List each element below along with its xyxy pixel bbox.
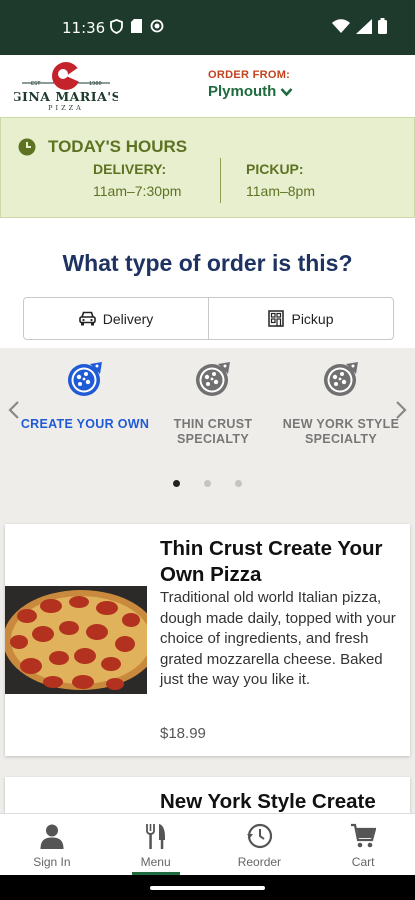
battery-icon	[378, 18, 387, 34]
delivery-hours-value: 11am–7:30pm	[93, 183, 182, 199]
logo-text: GINA MARIA'S	[14, 89, 118, 104]
logo-subtext: PIZZA	[48, 104, 84, 112]
category-label: CREATE YOUR OWN	[20, 417, 150, 431]
pickup-button[interactable]: Pickup	[208, 298, 393, 339]
status-time: 11:36	[62, 19, 106, 37]
delivery-hours-label: DELIVERY:	[93, 161, 167, 177]
wifi-icon	[332, 18, 350, 33]
product-price: $18.99	[160, 725, 206, 742]
car-icon	[78, 311, 96, 326]
category-create-your-own[interactable]: CREATE YOUR OWN	[20, 360, 150, 432]
fork-knife-icon	[145, 824, 165, 849]
tab-reorder[interactable]: Reorder	[208, 814, 312, 875]
product-card[interactable]: New York Style Create	[5, 777, 410, 813]
pizza-icon	[324, 362, 358, 396]
svg-text:1980: 1980	[89, 81, 102, 87]
pager-dot[interactable]	[204, 480, 211, 487]
delivery-button[interactable]: Delivery	[24, 298, 208, 339]
pizza-photo	[5, 586, 147, 694]
pickup-hours-label: PICKUP:	[246, 161, 304, 177]
tab-menu[interactable]: Menu	[104, 814, 208, 875]
product-name: New York Style Create	[160, 790, 376, 813]
tab-label: Sign In	[33, 855, 71, 869]
product-description: Traditional old world Italian pizza, dou…	[160, 589, 396, 688]
category-label: THIN CRUST SPECIALTY	[173, 417, 253, 446]
todays-hours-panel: TODAY'S HOURS DELIVERY: 11am–7:30pm PICK…	[0, 117, 415, 218]
header: EST 1980 GINA MARIA'S PIZZA ORDER FROM: …	[0, 55, 415, 117]
carousel-prev-arrow[interactable]	[8, 400, 20, 420]
delivery-hours: DELIVERY: 11am–7:30pm	[93, 161, 181, 199]
category-carousel: CREATE YOUR OWN THIN CRUST SPECIALTY NEW…	[0, 348, 415, 508]
delivery-label: Delivery	[102, 310, 154, 327]
pizza-icon	[196, 362, 230, 396]
tab-label: Menu	[140, 855, 171, 869]
order-from: ORDER FROM: Plymouth	[208, 69, 293, 100]
svg-text:EST: EST	[31, 81, 41, 87]
pager-dot[interactable]	[173, 480, 180, 487]
carousel-next-arrow[interactable]	[395, 400, 407, 420]
clock-icon	[18, 138, 36, 156]
pizza-icon	[68, 362, 102, 396]
order-type-toggle: Delivery Pickup	[23, 297, 394, 340]
hours-title: TODAY'S HOURS	[48, 137, 188, 156]
product-name: Thin Crust Create Your Own Pizza	[160, 537, 383, 586]
chevron-down-icon	[280, 87, 293, 96]
home-gesture-handle[interactable]	[150, 886, 265, 890]
record-icon	[150, 19, 164, 33]
shield-icon	[110, 19, 123, 34]
order-from-label: ORDER FROM:	[208, 69, 291, 81]
location-selector[interactable]: Plymouth	[208, 83, 293, 100]
person-icon	[40, 824, 64, 849]
store-icon	[268, 310, 285, 327]
pickup-hours-value: 11am–8pm	[246, 183, 316, 199]
order-type-question: What type of order is this?	[62, 250, 353, 276]
tab-sign-in[interactable]: Sign In	[0, 814, 104, 875]
pager-dot[interactable]	[235, 480, 242, 487]
sim-card-icon	[131, 19, 142, 33]
category-label: NEW YORK STYLE SPECIALTY	[282, 417, 400, 446]
tab-label: Reorder	[237, 855, 282, 869]
product-card[interactable]: Thin Crust Create Your Own Pizza Traditi…	[5, 524, 410, 756]
tab-cart[interactable]: Cart	[311, 814, 415, 875]
bottom-tab-bar: Sign In Menu Reorder Cart	[0, 813, 415, 875]
carousel-pager	[0, 480, 415, 487]
status-bar: 11:36	[0, 0, 415, 55]
signal-icon	[356, 18, 372, 34]
reorder-clock-icon	[246, 823, 272, 849]
cart-icon	[351, 823, 377, 848]
category-thin-crust-specialty[interactable]: THIN CRUST SPECIALTY	[148, 360, 278, 447]
pickup-hours: PICKUP: 11am–8pm	[246, 161, 315, 199]
category-new-york-style-specialty[interactable]: NEW YORK STYLE SPECIALTY	[276, 360, 406, 447]
brand-logo[interactable]: EST 1980 GINA MARIA'S PIZZA	[11, 59, 121, 113]
product-list: Thin Crust Create Your Own Pizza Traditi…	[0, 508, 415, 813]
system-navigation-bar	[0, 875, 415, 900]
hours-divider	[220, 158, 221, 203]
tab-label: Cart	[351, 855, 375, 869]
location-name: Plymouth	[208, 83, 277, 100]
pickup-label: Pickup	[291, 310, 334, 327]
